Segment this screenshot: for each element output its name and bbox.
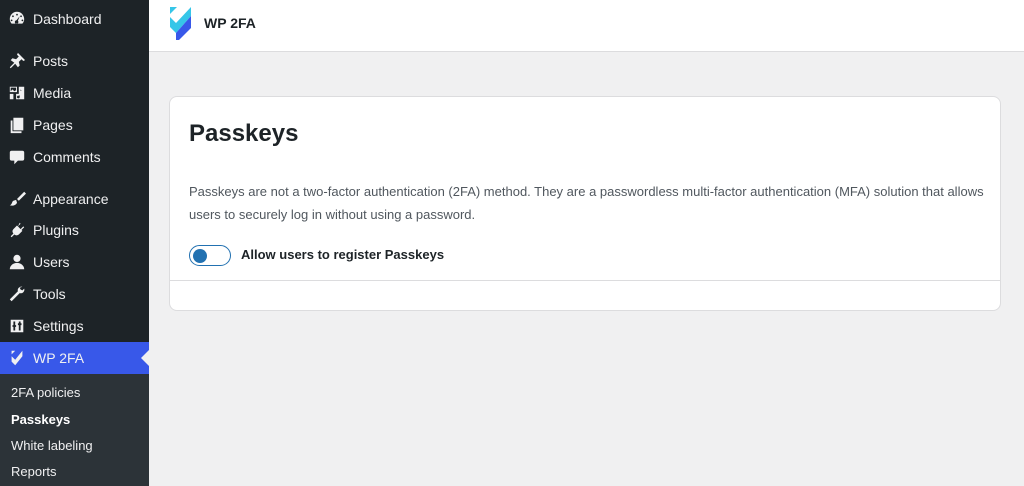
sidebar-item-label: Pages xyxy=(33,117,73,133)
plugin-header: WP 2FA xyxy=(149,0,1024,52)
card-divider xyxy=(170,280,1000,281)
dashboard-icon xyxy=(7,9,27,29)
brush-icon xyxy=(7,189,27,209)
sidebar-item-appearance[interactable]: Appearance xyxy=(0,183,149,215)
sidebar-item-users[interactable]: Users xyxy=(0,246,149,278)
pages-icon xyxy=(7,115,27,135)
sidebar-item-label: Appearance xyxy=(33,191,109,207)
passkeys-card: Passkeys Passkeys are not a two-factor a… xyxy=(169,96,1001,311)
sidebar-item-label: Posts xyxy=(33,53,69,69)
pin-icon xyxy=(7,51,27,71)
submenu-item-2fa-policies[interactable]: 2FA policies xyxy=(11,385,80,400)
sidebar-item-label: Comments xyxy=(33,149,101,165)
admin-sidebar: Dashboard Posts Media Pages Comments App… xyxy=(0,0,149,486)
sidebar-item-tools[interactable]: Tools xyxy=(0,278,149,310)
wp2fa-submenu: 2FA policies Passkeys White labeling Rep… xyxy=(0,374,149,486)
sidebar-item-label: Tools xyxy=(33,286,66,302)
sidebar-item-pages[interactable]: Pages xyxy=(0,109,149,141)
wp2fa-logo-icon xyxy=(7,348,27,368)
media-icon xyxy=(7,83,27,103)
sidebar-item-settings[interactable]: Settings xyxy=(0,310,149,342)
user-icon xyxy=(7,252,27,272)
sidebar-item-label: Users xyxy=(33,254,70,270)
plugin-icon xyxy=(7,220,27,240)
comment-icon xyxy=(7,147,27,167)
passkeys-toggle[interactable] xyxy=(189,245,231,266)
toggle-knob xyxy=(193,248,207,263)
passkeys-toggle-label[interactable]: Allow users to register Passkeys xyxy=(241,247,444,262)
sidebar-item-comments[interactable]: Comments xyxy=(0,141,149,173)
sidebar-item-label: Settings xyxy=(33,318,84,334)
sidebar-item-media[interactable]: Media xyxy=(0,77,149,109)
brand-name: WP 2FA xyxy=(204,15,256,31)
submenu-item-passkeys[interactable]: Passkeys xyxy=(11,412,70,427)
sidebar-item-label: Media xyxy=(33,85,72,101)
app-window: Dashboard Posts Media Pages Comments App… xyxy=(0,0,1024,486)
sidebar-item-wp2fa[interactable]: WP 2FA xyxy=(0,342,149,374)
passkeys-description: Passkeys are not a two-factor authentica… xyxy=(189,184,984,222)
wrench-icon xyxy=(7,284,27,304)
settings-icon xyxy=(7,316,27,336)
sidebar-item-label: Dashboard xyxy=(33,11,102,27)
sidebar-item-dashboard[interactable]: Dashboard xyxy=(0,3,149,35)
wp2fa-logo-icon xyxy=(170,7,191,40)
submenu-item-reports[interactable]: Reports xyxy=(11,464,57,479)
sidebar-item-posts[interactable]: Posts xyxy=(0,45,149,77)
submenu-item-white-labeling[interactable]: White labeling xyxy=(11,438,93,453)
sidebar-item-label: Plugins xyxy=(33,222,79,238)
sidebar-item-label: WP 2FA xyxy=(33,350,85,366)
sidebar-item-plugins[interactable]: Plugins xyxy=(0,214,149,246)
page-title: Passkeys xyxy=(189,120,299,147)
